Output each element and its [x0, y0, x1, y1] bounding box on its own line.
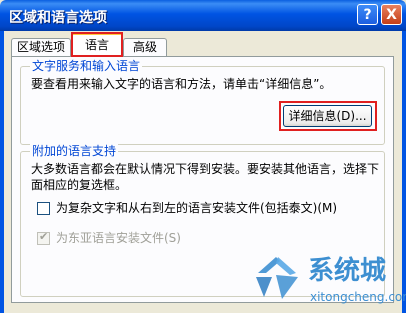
text-services-title: 文字服务和输入语言 [30, 59, 143, 73]
window-title: 区域和语言选项 [9, 10, 107, 26]
watermark-url: xitongcheng.com [310, 290, 406, 304]
window-frame-left [0, 31, 4, 313]
title-bar: 区域和语言选项 ? X [0, 0, 406, 31]
complex-script-label[interactable]: 为复杂文字和从右到左的语言安装文件(包括泰文)(M) [56, 201, 337, 215]
tab-advanced[interactable]: 高级 [123, 38, 167, 56]
window-frame-right [402, 31, 406, 313]
supplemental-language-description: 大多数语言都会在默认情况下得到安装。要安装其他语言，选择下面相应的复选框。 [31, 162, 380, 192]
checkmark-icon: ✔ [39, 230, 49, 243]
complex-script-checkbox[interactable] [37, 202, 50, 215]
text-services-description: 要查看用来输入文字的语言和方法，请单击“详细信息”。 [31, 77, 332, 91]
help-button[interactable]: ? [357, 4, 378, 25]
highlight-box-languages-tab [71, 32, 123, 57]
east-asian-label: 为东亚语言安装文件(S) [56, 231, 181, 245]
east-asian-checkbox[interactable]: ✔ [37, 230, 50, 245]
highlight-box-details-button [279, 101, 377, 131]
close-button[interactable]: X [381, 4, 402, 25]
watermark-brand: 系统城 [308, 256, 387, 286]
tab-regional-options[interactable]: 区域选项 [11, 38, 71, 56]
supplemental-language-title: 附加的语言支持 [30, 144, 119, 158]
watermark-logo-icon [256, 257, 298, 299]
